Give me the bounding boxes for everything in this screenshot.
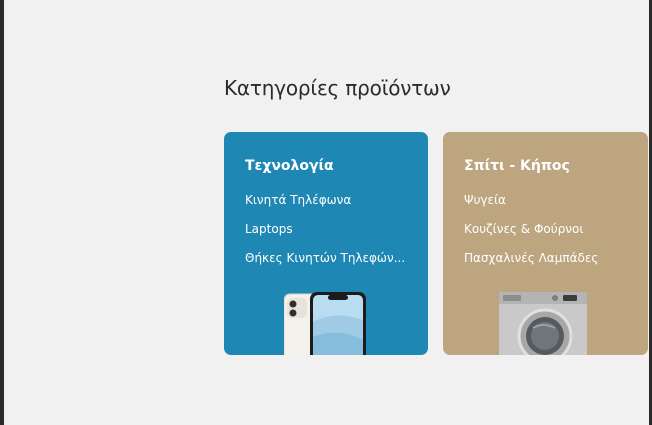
- category-card-technology[interactable]: Τεχνολογία Κινητά Τηλέφωνα Laptops Θήκες…: [224, 132, 428, 355]
- category-link[interactable]: Κουζίνες & Φούρνοι: [464, 221, 598, 250]
- category-link[interactable]: Ψυγεία: [464, 192, 598, 221]
- category-title[interactable]: Τεχνολογία: [245, 158, 334, 174]
- category-links: Κινητά Τηλέφωνα Laptops Θήκες Κινητών Τη…: [245, 192, 405, 279]
- category-link[interactable]: Laptops: [245, 221, 405, 250]
- category-card-home-garden[interactable]: Σπίτι - Κήπος Ψυγεία Κουζίνες & Φούρνοι …: [443, 132, 648, 355]
- category-link[interactable]: Θήκες Κινητών Τηλεφών...: [245, 250, 405, 279]
- left-edge-strip: [0, 0, 4, 425]
- category-link[interactable]: Πασχαλινές Λαμπάδες: [464, 250, 598, 279]
- section-title: Κατηγορίες προϊόντων: [224, 76, 451, 100]
- category-links: Ψυγεία Κουζίνες & Φούρνοι Πασχαλινές Λαμ…: [464, 192, 598, 279]
- category-title[interactable]: Σπίτι - Κήπος: [464, 158, 570, 174]
- washing-machine-image[interactable]: [497, 292, 587, 355]
- smartphone-image[interactable]: [284, 292, 374, 355]
- category-link[interactable]: Κινητά Τηλέφωνα: [245, 192, 405, 221]
